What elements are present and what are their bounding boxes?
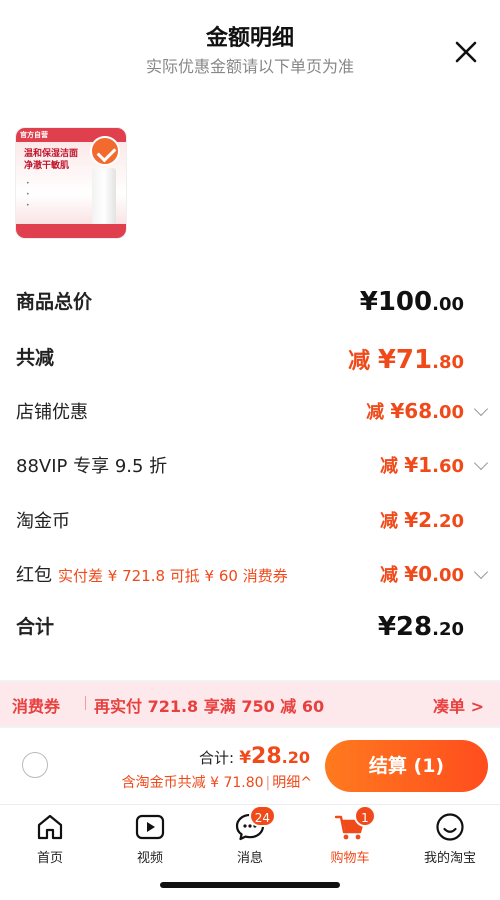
store-coupon-row[interactable]: 店铺优惠 减 ¥68.00: [16, 398, 489, 438]
red-packet-note: 实付差 ¥ 721.8 可抵 ¥ 60 消费券: [58, 567, 288, 585]
vip-discount-label: 88VIP 专享 9.5 折: [16, 456, 168, 477]
tab-video[interactable]: 视频: [110, 811, 190, 866]
red-packet-row[interactable]: 红包 实付差 ¥ 721.8 可抵 ¥ 60 消费券 减 ¥0.00: [16, 561, 489, 601]
message-icon: 24: [234, 805, 276, 843]
tab-label: 视频: [136, 851, 163, 866]
tab-messages[interactable]: 24 消息: [210, 805, 290, 866]
video-icon: [134, 811, 166, 843]
product-bullets: • • •: [26, 180, 30, 209]
total-discount-value: 减 ¥71.80: [348, 345, 464, 375]
home-indicator[interactable]: [160, 882, 340, 888]
add-more-link[interactable]: 凑单 >: [433, 693, 484, 717]
cart-badge: 1: [354, 805, 376, 827]
sheet-title: 金额明细: [205, 26, 294, 51]
tab-label: 消息: [236, 851, 263, 866]
subtotal-label: 合计: [16, 616, 55, 638]
detail-toggle[interactable]: 明细^: [272, 775, 312, 791]
checkout-bar: 合计: ¥28.20 含淘金币共减 ¥ 71.80 | 明细^ 结算 (1): [0, 728, 500, 804]
total-price-label: 商品总价: [16, 291, 93, 313]
promo-text: 再实付 721.8 享满 750 减 60: [94, 697, 325, 716]
store-coupon-value: 减 ¥68.00: [366, 399, 464, 423]
sheet-subtitle: 实际优惠金额请以下单页为准: [145, 57, 354, 76]
profile-icon: [434, 811, 466, 843]
product-bottom-band: [16, 224, 126, 238]
store-coupon-label: 店铺优惠: [16, 402, 88, 423]
total-price-value: ¥100.00: [359, 287, 464, 317]
home-icon: [34, 811, 66, 843]
total-discount-label: 共减: [16, 347, 55, 369]
selected-check-icon[interactable]: [90, 136, 120, 166]
coins-label: 淘金币: [16, 511, 70, 532]
tab-label: 首页: [36, 851, 63, 866]
subtotal-row: 合计 ¥28.20: [16, 612, 486, 652]
tab-home[interactable]: 首页: [10, 811, 90, 866]
product-thumbnail[interactable]: 官方自营 温和保湿洁面 净澈干敏肌 • • •: [15, 127, 127, 239]
coins-row: 淘金币 减 ¥2.20: [16, 507, 486, 547]
chevron-down-icon[interactable]: [473, 564, 489, 580]
tab-label: 我的淘宝: [423, 851, 476, 866]
tab-profile[interactable]: 我的淘宝: [410, 811, 490, 866]
cart-icon: 1: [334, 805, 376, 843]
red-packet-label: 红包 实付差 ¥ 721.8 可抵 ¥ 60 消费券: [16, 565, 288, 586]
message-badge: 24: [248, 805, 276, 827]
checkout-total: 合计: ¥28.20: [199, 744, 310, 769]
product-brand-tag: 官方自营: [20, 131, 48, 139]
vip-discount-value: 减 ¥1.60: [379, 453, 464, 477]
sheet-header: 金额明细 实际优惠金额请以下单页为准: [0, 0, 500, 90]
vip-discount-row[interactable]: 88VIP 专享 9.5 折 减 ¥1.60: [16, 452, 489, 492]
promo-divider: [85, 696, 86, 710]
red-packet-value: 减 ¥0.00: [379, 562, 464, 586]
select-all-radio[interactable]: [22, 752, 48, 778]
chevron-down-icon[interactable]: [473, 401, 489, 417]
tab-label: 购物车: [330, 851, 370, 866]
product-tube-image: [92, 168, 116, 230]
checkout-saving: 含淘金币共减 ¥ 71.80 | 明细^: [121, 775, 312, 791]
product-headline: 温和保湿洁面 净澈干敏肌: [24, 149, 79, 171]
total-discount-row: 共减 减 ¥71.80: [16, 343, 486, 383]
tab-cart[interactable]: 1 购物车: [310, 805, 390, 866]
coupon-promo-bar[interactable]: 消费券 再实付 721.8 享满 750 减 60 凑单 >: [0, 682, 500, 726]
total-price-row: 商品总价 ¥100.00: [16, 287, 486, 327]
amount-detail-sheet: 金额明细 实际优惠金额请以下单页为准 官方自营 温和保湿洁面 净澈干敏肌 • • •…: [0, 0, 500, 680]
subtotal-value: ¥28.20: [377, 612, 464, 642]
close-icon[interactable]: [452, 38, 480, 66]
promo-tag: 消费券: [12, 697, 61, 716]
checkout-button[interactable]: 结算 (1): [325, 740, 488, 792]
coins-value: 减 ¥2.20: [379, 508, 464, 532]
chevron-down-icon[interactable]: [473, 455, 489, 471]
